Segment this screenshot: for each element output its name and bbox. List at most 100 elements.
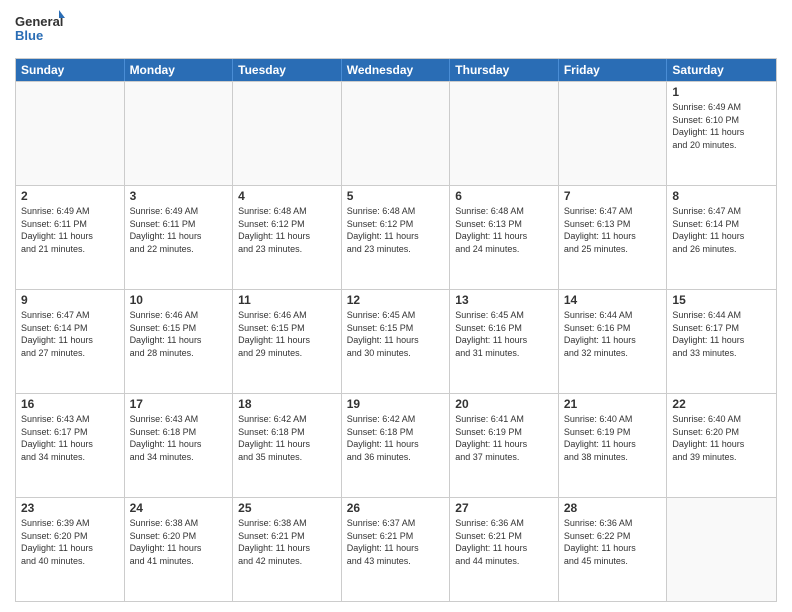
- calendar-row-2: 9 Sunrise: 6:47 AMSunset: 6:14 PMDaylight…: [16, 289, 776, 393]
- calendar-cell: 20 Sunrise: 6:41 AMSunset: 6:19 PMDayligh…: [450, 394, 559, 497]
- header: General Blue: [15, 10, 777, 50]
- calendar-cell: [342, 82, 451, 185]
- day-number: 23: [21, 501, 119, 515]
- day-number: 27: [455, 501, 553, 515]
- calendar-cell: [450, 82, 559, 185]
- cell-text: Sunrise: 6:36 AMSunset: 6:22 PMDaylight:…: [564, 517, 662, 567]
- day-number: 22: [672, 397, 771, 411]
- day-number: 15: [672, 293, 771, 307]
- calendar-cell: 19 Sunrise: 6:42 AMSunset: 6:18 PMDayligh…: [342, 394, 451, 497]
- cell-text: Sunrise: 6:40 AMSunset: 6:20 PMDaylight:…: [672, 413, 771, 463]
- cell-text: Sunrise: 6:39 AMSunset: 6:20 PMDaylight:…: [21, 517, 119, 567]
- calendar-cell: 27Sunrise: 6:36 AMSunset: 6:21 PMDayligh…: [450, 498, 559, 601]
- day-number: 6: [455, 189, 553, 203]
- cell-text: Sunrise: 6:38 AMSunset: 6:21 PMDaylight:…: [238, 517, 336, 567]
- day-number: 5: [347, 189, 445, 203]
- calendar-cell: 14 Sunrise: 6:44 AMSunset: 6:16 PMDayligh…: [559, 290, 668, 393]
- cell-text: Sunrise: 6:43 AMSunset: 6:18 PMDaylight:…: [130, 413, 228, 463]
- calendar-cell: 23 Sunrise: 6:39 AMSunset: 6:20 PMDayligh…: [16, 498, 125, 601]
- calendar-cell: 25 Sunrise: 6:38 AMSunset: 6:21 PMDayligh…: [233, 498, 342, 601]
- cell-text: Sunrise: 6:47 AMSunset: 6:14 PMDaylight:…: [672, 205, 771, 255]
- day-number: 16: [21, 397, 119, 411]
- calendar-cell: 28 Sunrise: 6:36 AMSunset: 6:22 PMDayligh…: [559, 498, 668, 601]
- calendar-row-3: 16 Sunrise: 6:43 AMSunset: 6:17 PMDayligh…: [16, 393, 776, 497]
- calendar-cell: 15 Sunrise: 6:44 AMSunset: 6:17 PMDayligh…: [667, 290, 776, 393]
- calendar-cell: [667, 498, 776, 601]
- cell-text: Sunrise: 6:43 AMSunset: 6:17 PMDaylight:…: [21, 413, 119, 463]
- day-number: 11: [238, 293, 336, 307]
- calendar-cell: 3 Sunrise: 6:49 AMSunset: 6:11 PMDaylight…: [125, 186, 234, 289]
- day-number: 24: [130, 501, 228, 515]
- calendar-cell: [559, 82, 668, 185]
- cell-text: Sunrise: 6:46 AMSunset: 6:15 PMDaylight:…: [238, 309, 336, 359]
- logo-svg: General Blue: [15, 10, 65, 50]
- calendar-cell: 26Sunrise: 6:37 AMSunset: 6:21 PMDayligh…: [342, 498, 451, 601]
- calendar-cell: 1 Sunrise: 6:49 AMSunset: 6:10 PMDaylight…: [667, 82, 776, 185]
- cell-text: Sunrise: 6:44 AMSunset: 6:17 PMDaylight:…: [672, 309, 771, 359]
- cell-text: Sunrise: 6:49 AMSunset: 6:11 PMDaylight:…: [21, 205, 119, 255]
- calendar-cell: 11 Sunrise: 6:46 AMSunset: 6:15 PMDayligh…: [233, 290, 342, 393]
- header-day-tuesday: Tuesday: [233, 59, 342, 81]
- day-number: 2: [21, 189, 119, 203]
- calendar-header-row: SundayMondayTuesdayWednesdayThursdayFrid…: [16, 59, 776, 81]
- cell-text: Sunrise: 6:47 AMSunset: 6:13 PMDaylight:…: [564, 205, 662, 255]
- cell-text: Sunrise: 6:48 AMSunset: 6:12 PMDaylight:…: [347, 205, 445, 255]
- day-number: 25: [238, 501, 336, 515]
- day-number: 21: [564, 397, 662, 411]
- header-day-monday: Monday: [125, 59, 234, 81]
- cell-text: Sunrise: 6:48 AMSunset: 6:13 PMDaylight:…: [455, 205, 553, 255]
- calendar-cell: 18 Sunrise: 6:42 AMSunset: 6:18 PMDayligh…: [233, 394, 342, 497]
- cell-text: Sunrise: 6:42 AMSunset: 6:18 PMDaylight:…: [347, 413, 445, 463]
- calendar-row-4: 23 Sunrise: 6:39 AMSunset: 6:20 PMDayligh…: [16, 497, 776, 601]
- calendar-cell: 4Sunrise: 6:48 AMSunset: 6:12 PMDaylight…: [233, 186, 342, 289]
- cell-text: Sunrise: 6:37 AMSunset: 6:21 PMDaylight:…: [347, 517, 445, 567]
- calendar-row-0: 1 Sunrise: 6:49 AMSunset: 6:10 PMDaylight…: [16, 81, 776, 185]
- day-number: 28: [564, 501, 662, 515]
- calendar-cell: 12Sunrise: 6:45 AMSunset: 6:15 PMDayligh…: [342, 290, 451, 393]
- day-number: 9: [21, 293, 119, 307]
- calendar-row-1: 2 Sunrise: 6:49 AMSunset: 6:11 PMDaylight…: [16, 185, 776, 289]
- day-number: 14: [564, 293, 662, 307]
- cell-text: Sunrise: 6:45 AMSunset: 6:16 PMDaylight:…: [455, 309, 553, 359]
- calendar-cell: 8Sunrise: 6:47 AMSunset: 6:14 PMDaylight…: [667, 186, 776, 289]
- cell-text: Sunrise: 6:40 AMSunset: 6:19 PMDaylight:…: [564, 413, 662, 463]
- header-day-saturday: Saturday: [667, 59, 776, 81]
- cell-text: Sunrise: 6:49 AMSunset: 6:10 PMDaylight:…: [672, 101, 771, 151]
- calendar-cell: [16, 82, 125, 185]
- calendar-page: General Blue SundayMondayTuesdayWednesda…: [0, 0, 792, 612]
- header-day-friday: Friday: [559, 59, 668, 81]
- day-number: 7: [564, 189, 662, 203]
- day-number: 18: [238, 397, 336, 411]
- day-number: 3: [130, 189, 228, 203]
- day-number: 10: [130, 293, 228, 307]
- calendar-cell: 17 Sunrise: 6:43 AMSunset: 6:18 PMDayligh…: [125, 394, 234, 497]
- day-number: 20: [455, 397, 553, 411]
- calendar-cell: 9 Sunrise: 6:47 AMSunset: 6:14 PMDaylight…: [16, 290, 125, 393]
- calendar-cell: [233, 82, 342, 185]
- day-number: 12: [347, 293, 445, 307]
- logo: General Blue: [15, 10, 65, 50]
- day-number: 19: [347, 397, 445, 411]
- day-number: 17: [130, 397, 228, 411]
- cell-text: Sunrise: 6:49 AMSunset: 6:11 PMDaylight:…: [130, 205, 228, 255]
- cell-text: Sunrise: 6:42 AMSunset: 6:18 PMDaylight:…: [238, 413, 336, 463]
- calendar-cell: [125, 82, 234, 185]
- calendar-cell: 24Sunrise: 6:38 AMSunset: 6:20 PMDayligh…: [125, 498, 234, 601]
- svg-text:General: General: [15, 14, 63, 29]
- header-day-sunday: Sunday: [16, 59, 125, 81]
- calendar-cell: 5 Sunrise: 6:48 AMSunset: 6:12 PMDaylight…: [342, 186, 451, 289]
- cell-text: Sunrise: 6:48 AMSunset: 6:12 PMDaylight:…: [238, 205, 336, 255]
- calendar-cell: 13 Sunrise: 6:45 AMSunset: 6:16 PMDayligh…: [450, 290, 559, 393]
- cell-text: Sunrise: 6:46 AMSunset: 6:15 PMDaylight:…: [130, 309, 228, 359]
- calendar-cell: 22 Sunrise: 6:40 AMSunset: 6:20 PMDayligh…: [667, 394, 776, 497]
- cell-text: Sunrise: 6:44 AMSunset: 6:16 PMDaylight:…: [564, 309, 662, 359]
- calendar-cell: 21 Sunrise: 6:40 AMSunset: 6:19 PMDayligh…: [559, 394, 668, 497]
- cell-text: Sunrise: 6:41 AMSunset: 6:19 PMDaylight:…: [455, 413, 553, 463]
- calendar-cell: 16 Sunrise: 6:43 AMSunset: 6:17 PMDayligh…: [16, 394, 125, 497]
- day-number: 13: [455, 293, 553, 307]
- cell-text: Sunrise: 6:47 AMSunset: 6:14 PMDaylight:…: [21, 309, 119, 359]
- calendar-cell: 6 Sunrise: 6:48 AMSunset: 6:13 PMDaylight…: [450, 186, 559, 289]
- header-day-wednesday: Wednesday: [342, 59, 451, 81]
- calendar: SundayMondayTuesdayWednesdayThursdayFrid…: [15, 58, 777, 602]
- day-number: 1: [672, 85, 771, 99]
